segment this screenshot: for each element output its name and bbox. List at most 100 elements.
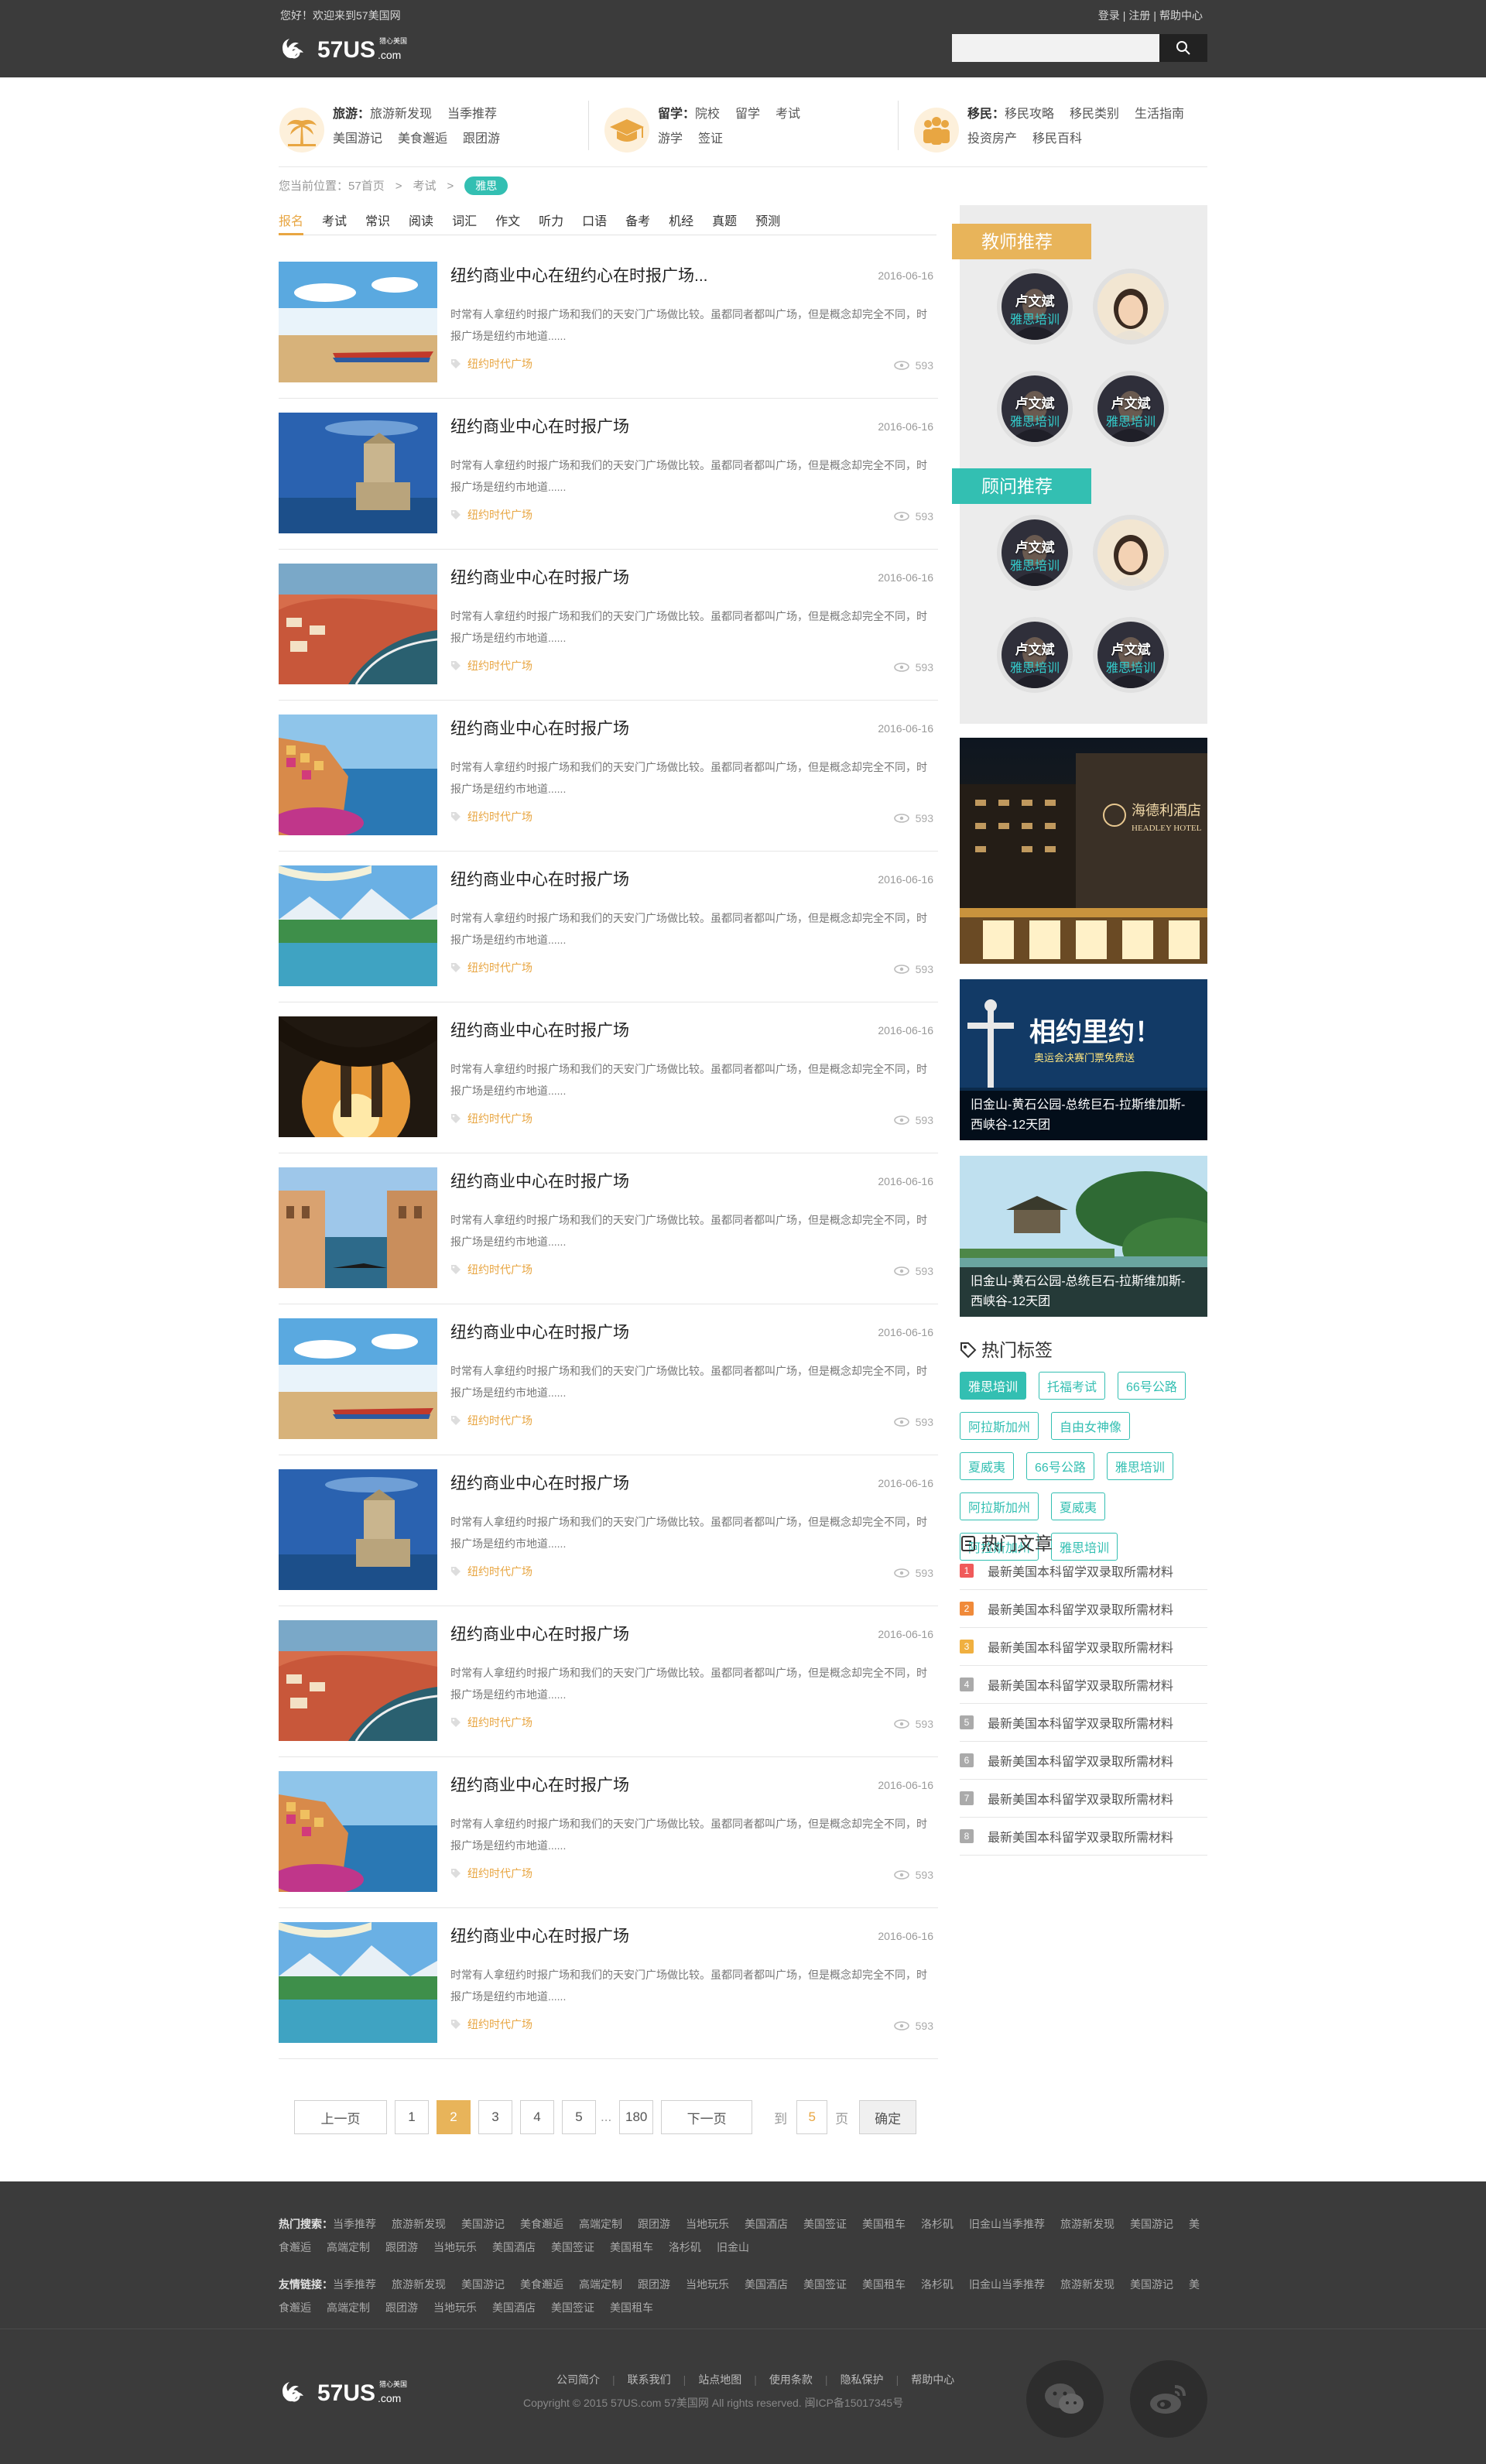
footer-nav-link[interactable]: 帮助中心 xyxy=(911,2373,954,2386)
goto-page-input[interactable]: 5 xyxy=(796,2100,828,2134)
article-title[interactable]: 纽约商业中心在时报广场 xyxy=(450,1320,629,1343)
article-title[interactable]: 纽约商业中心在时报广场 xyxy=(450,1773,629,1796)
footer-link[interactable]: 当地玩乐 xyxy=(433,2301,477,2314)
page-button[interactable]: 5 xyxy=(562,2100,596,2134)
nav-link[interactable]: 移民百科 xyxy=(1032,132,1082,146)
garden-ad-banner[interactable]: 旧金山-黄石公园-总统巨石-拉斯维加斯-西峡谷-12天团 xyxy=(960,1156,1207,1317)
page-button[interactable]: 3 xyxy=(478,2100,512,2134)
hot-tag[interactable]: 阿拉斯加州 xyxy=(960,1492,1039,1520)
footer-logo[interactable]: 57US .com 猎心美国 xyxy=(279,2373,426,2408)
footer-link[interactable]: 美国签证 xyxy=(803,2278,847,2291)
footer-link[interactable]: 当地玩乐 xyxy=(686,2278,729,2291)
page-button-last[interactable]: 180 xyxy=(619,2100,654,2134)
nav-link[interactable]: 美食邂逅 xyxy=(398,132,447,146)
footer-link[interactable]: 旅游新发现 xyxy=(1060,2278,1114,2291)
article-tag[interactable]: 纽约时代广场 xyxy=(450,658,532,673)
nav-link[interactable]: 美国游记 xyxy=(333,132,382,146)
hot-article-item[interactable]: 6 最新美国本科留学双录取所需材料 xyxy=(960,1742,1207,1780)
hot-tag[interactable]: 阿拉斯加州 xyxy=(960,1412,1039,1440)
article-item[interactable]: 纽约商业中心在时报广场 2016-06-16 时常有人拿纽约时报广场和我们的天安门广… xyxy=(279,399,938,550)
article-item[interactable]: 纽约商业中心在时报广场 2016-06-16 时常有人拿纽约时报广场和我们的天安门广… xyxy=(279,1153,938,1304)
footer-link[interactable]: 跟团游 xyxy=(385,2301,418,2314)
article-thumbnail[interactable] xyxy=(279,262,437,382)
article-title[interactable]: 纽约商业中心在时报广场 xyxy=(450,716,629,739)
footer-link[interactable]: 美国租车 xyxy=(610,2241,653,2253)
footer-link[interactable]: 美国签证 xyxy=(551,2241,594,2253)
article-item[interactable]: 纽约商业中心在时报广场 2016-06-16 时常有人拿纽约时报广场和我们的天安门广… xyxy=(279,1757,938,1908)
footer-link[interactable]: 美食邂逅 xyxy=(520,2278,563,2291)
footer-link[interactable]: 旧金山当季推荐 xyxy=(969,2218,1045,2230)
footer-link[interactable]: 跟团游 xyxy=(638,2278,670,2291)
next-page-button[interactable]: 下一页 xyxy=(661,2100,753,2134)
footer-link[interactable]: 美国租车 xyxy=(862,2278,906,2291)
article-title[interactable]: 纽约商业中心在时报广场 xyxy=(450,867,629,890)
footer-link[interactable]: 高端定制 xyxy=(579,2278,622,2291)
page-button-current[interactable]: 2 xyxy=(437,2100,471,2134)
article-tag[interactable]: 纽约时代广场 xyxy=(450,1564,532,1579)
page-button[interactable]: 1 xyxy=(395,2100,429,2134)
article-tag[interactable]: 纽约时代广场 xyxy=(450,507,532,523)
article-item[interactable]: 纽约商业中心在时报广场 2016-06-16 时常有人拿纽约时报广场和我们的天安门广… xyxy=(279,852,938,1002)
article-title[interactable]: 纽约商业中心在时报广场 xyxy=(450,1924,629,1947)
tab[interactable]: 口语 xyxy=(582,211,607,234)
footer-link[interactable]: 当季推荐 xyxy=(333,2218,376,2230)
tab[interactable]: 常识 xyxy=(365,211,390,234)
article-item[interactable]: 纽约商业中心在时报广场 2016-06-16 时常有人拿纽约时报广场和我们的天安门广… xyxy=(279,1455,938,1606)
hot-tag[interactable]: 雅思培训 xyxy=(1106,1452,1173,1480)
tab[interactable]: 真题 xyxy=(712,211,737,234)
nav-link[interactable]: 留学 xyxy=(735,108,760,121)
breadcrumb-home[interactable]: 57首页 xyxy=(348,180,385,193)
footer-link[interactable]: 美国酒店 xyxy=(745,2218,788,2230)
tab[interactable]: 词汇 xyxy=(452,211,477,234)
recommend-avatar[interactable]: 卢文斌 雅思培训 xyxy=(997,269,1073,344)
article-tag[interactable]: 纽约时代广场 xyxy=(450,809,532,824)
article-thumbnail[interactable] xyxy=(279,1620,437,1741)
prev-page-button[interactable]: 上一页 xyxy=(294,2100,387,2134)
hot-article-item[interactable]: 5 最新美国本科留学双录取所需材料 xyxy=(960,1704,1207,1742)
hot-article-item[interactable]: 8 最新美国本科留学双录取所需材料 xyxy=(960,1818,1207,1856)
hot-article-item[interactable]: 1 最新美国本科留学双录取所需材料 xyxy=(960,1552,1207,1590)
article-tag[interactable]: 纽约时代广场 xyxy=(450,356,532,372)
recommend-avatar[interactable]: 卢文斌 雅思培训 xyxy=(997,515,1073,591)
article-thumbnail[interactable] xyxy=(279,1167,437,1288)
footer-link[interactable]: 旅游新发现 xyxy=(1060,2218,1114,2230)
wechat-button[interactable] xyxy=(1026,2360,1104,2438)
article-tag[interactable]: 纽约时代广场 xyxy=(450,1866,532,1881)
nav-link[interactable]: 旅游新发现 xyxy=(370,108,432,121)
footer-link[interactable]: 当地玩乐 xyxy=(433,2241,477,2253)
footer-link[interactable]: 洛杉矶 xyxy=(921,2218,954,2230)
hot-article-item[interactable]: 2 最新美国本科留学双录取所需材料 xyxy=(960,1590,1207,1628)
site-logo[interactable]: 57US .com 猎心美国 xyxy=(279,29,426,65)
article-item[interactable]: 纽约商业中心在时报广场 2016-06-16 时常有人拿纽约时报广场和我们的天安门广… xyxy=(279,1908,938,2059)
footer-link[interactable]: 美国签证 xyxy=(803,2218,847,2230)
tab[interactable]: 听力 xyxy=(539,211,563,234)
recommend-avatar[interactable]: 卢文斌 雅思培训 xyxy=(1093,371,1169,447)
article-item[interactable]: 纽约商业中心在纽约心在时报广场... 2016-06-16 时常有人拿纽约时报广场和… xyxy=(279,248,938,399)
footer-link[interactable]: 旧金山 xyxy=(717,2241,749,2253)
footer-nav-link[interactable]: 联系我们 xyxy=(628,2373,671,2386)
tab[interactable]: 阅读 xyxy=(409,211,433,234)
breadcrumb-current[interactable]: 雅思 xyxy=(464,176,508,195)
recommend-avatar[interactable]: 卢文斌 雅思培训 xyxy=(997,371,1073,447)
article-item[interactable]: 纽约商业中心在时报广场 2016-06-16 时常有人拿纽约时报广场和我们的天安门广… xyxy=(279,550,938,701)
article-thumbnail[interactable] xyxy=(279,413,437,533)
footer-nav-link[interactable]: 站点地图 xyxy=(698,2373,741,2386)
hot-tag[interactable]: 夏威夷 xyxy=(960,1452,1015,1480)
article-title[interactable]: 纽约商业中心在时报广场 xyxy=(450,1018,629,1041)
search-button[interactable] xyxy=(1159,34,1207,62)
nav-link[interactable]: 跟团游 xyxy=(463,132,500,146)
nav-link[interactable]: 游学 xyxy=(658,132,683,146)
article-title[interactable]: 纽约商业中心在时报广场 xyxy=(450,1471,629,1494)
article-thumbnail[interactable] xyxy=(279,564,437,684)
hotel-ad-banner[interactable]: 海德利酒店 HEADLEY HOTEL xyxy=(960,738,1207,964)
footer-link[interactable]: 高端定制 xyxy=(579,2218,622,2230)
breadcrumb-exam[interactable]: 考试 xyxy=(413,180,436,193)
tab[interactable]: 考试 xyxy=(322,211,347,234)
help-link[interactable]: 帮助中心 xyxy=(1156,9,1206,22)
footer-link[interactable]: 美国游记 xyxy=(1130,2278,1173,2291)
footer-nav-link[interactable]: 使用条款 xyxy=(769,2373,813,2386)
tab[interactable]: 预测 xyxy=(755,211,780,234)
article-thumbnail[interactable] xyxy=(279,1469,437,1590)
hot-tag[interactable]: 66号公路 xyxy=(1026,1452,1094,1480)
article-thumbnail[interactable] xyxy=(279,865,437,986)
